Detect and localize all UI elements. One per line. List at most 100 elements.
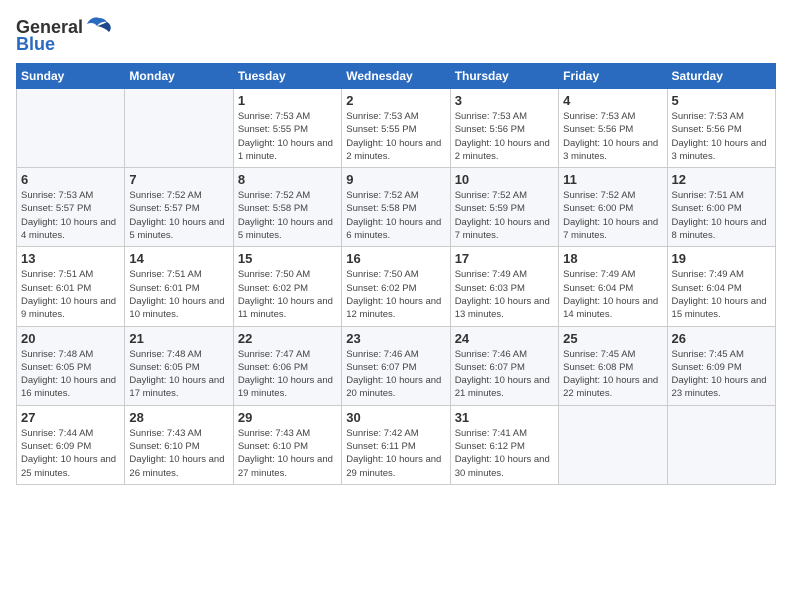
day-number: 7	[129, 172, 228, 187]
day-number: 10	[455, 172, 554, 187]
weekday-header-saturday: Saturday	[667, 64, 775, 89]
weekday-header-monday: Monday	[125, 64, 233, 89]
calendar-cell: 23 Sunrise: 7:46 AM Sunset: 6:07 PM Dayli…	[342, 326, 450, 405]
logo-blue-text: Blue	[16, 34, 55, 55]
calendar-cell: 13 Sunrise: 7:51 AM Sunset: 6:01 PM Dayli…	[17, 247, 125, 326]
day-number: 12	[672, 172, 771, 187]
calendar-cell: 18 Sunrise: 7:49 AM Sunset: 6:04 PM Dayli…	[559, 247, 667, 326]
day-number: 13	[21, 251, 120, 266]
day-number: 25	[563, 331, 662, 346]
calendar-cell: 12 Sunrise: 7:51 AM Sunset: 6:00 PM Dayli…	[667, 168, 775, 247]
day-info: Sunrise: 7:42 AM Sunset: 6:11 PM Dayligh…	[346, 427, 445, 480]
day-info: Sunrise: 7:48 AM Sunset: 6:05 PM Dayligh…	[129, 348, 228, 401]
calendar-week-2: 6Sunrise: 7:53 AM Sunset: 5:57 PM Daylig…	[17, 168, 776, 247]
calendar-cell: 7 Sunrise: 7:52 AM Sunset: 5:57 PM Daylig…	[125, 168, 233, 247]
weekday-header-wednesday: Wednesday	[342, 64, 450, 89]
day-info: Sunrise: 7:48 AM Sunset: 6:05 PM Dayligh…	[21, 348, 120, 401]
day-number: 5	[672, 93, 771, 108]
calendar-table: SundayMondayTuesdayWednesdayThursdayFrid…	[16, 63, 776, 485]
day-number: 20	[21, 331, 120, 346]
day-number: 14	[129, 251, 228, 266]
calendar-week-1: 1 Sunrise: 7:53 AM Sunset: 5:55 PM Daylig…	[17, 89, 776, 168]
day-info: Sunrise: 7:49 AM Sunset: 6:03 PM Dayligh…	[455, 268, 554, 321]
day-info: Sunrise: 7:46 AM Sunset: 6:07 PM Dayligh…	[346, 348, 445, 401]
day-info: Sunrise: 7:53 AM Sunset: 5:57 PM Dayligh…	[21, 189, 120, 242]
calendar-cell: 30Sunrise: 7:42 AM Sunset: 6:11 PM Dayli…	[342, 405, 450, 484]
calendar-week-3: 13 Sunrise: 7:51 AM Sunset: 6:01 PM Dayli…	[17, 247, 776, 326]
day-number: 29	[238, 410, 337, 425]
calendar-cell: 16Sunrise: 7:50 AM Sunset: 6:02 PM Dayli…	[342, 247, 450, 326]
calendar-cell: 2 Sunrise: 7:53 AM Sunset: 5:55 PM Daylig…	[342, 89, 450, 168]
day-number: 28	[129, 410, 228, 425]
calendar-cell: 25 Sunrise: 7:45 AM Sunset: 6:08 PM Dayli…	[559, 326, 667, 405]
calendar-cell	[559, 405, 667, 484]
day-number: 8	[238, 172, 337, 187]
calendar-cell: 20 Sunrise: 7:48 AM Sunset: 6:05 PM Dayli…	[17, 326, 125, 405]
day-number: 27	[21, 410, 120, 425]
weekday-header-sunday: Sunday	[17, 64, 125, 89]
calendar-week-5: 27 Sunrise: 7:44 AM Sunset: 6:09 PM Dayli…	[17, 405, 776, 484]
calendar-cell: 10 Sunrise: 7:52 AM Sunset: 5:59 PM Dayli…	[450, 168, 558, 247]
calendar-cell: 3Sunrise: 7:53 AM Sunset: 5:56 PM Daylig…	[450, 89, 558, 168]
weekday-header-thursday: Thursday	[450, 64, 558, 89]
calendar-cell: 8 Sunrise: 7:52 AM Sunset: 5:58 PM Daylig…	[233, 168, 341, 247]
day-info: Sunrise: 7:53 AM Sunset: 5:56 PM Dayligh…	[672, 110, 771, 163]
calendar-cell	[125, 89, 233, 168]
day-number: 11	[563, 172, 662, 187]
day-info: Sunrise: 7:51 AM Sunset: 6:01 PM Dayligh…	[21, 268, 120, 321]
day-info: Sunrise: 7:52 AM Sunset: 5:58 PM Dayligh…	[238, 189, 337, 242]
page-header: General Blue	[16, 16, 776, 55]
day-number: 18	[563, 251, 662, 266]
calendar-cell: 29Sunrise: 7:43 AM Sunset: 6:10 PM Dayli…	[233, 405, 341, 484]
calendar-cell: 26Sunrise: 7:45 AM Sunset: 6:09 PM Dayli…	[667, 326, 775, 405]
day-info: Sunrise: 7:47 AM Sunset: 6:06 PM Dayligh…	[238, 348, 337, 401]
calendar-cell: 15Sunrise: 7:50 AM Sunset: 6:02 PM Dayli…	[233, 247, 341, 326]
day-number: 31	[455, 410, 554, 425]
calendar-cell: 6Sunrise: 7:53 AM Sunset: 5:57 PM Daylig…	[17, 168, 125, 247]
day-number: 22	[238, 331, 337, 346]
day-info: Sunrise: 7:52 AM Sunset: 5:59 PM Dayligh…	[455, 189, 554, 242]
calendar-cell: 4Sunrise: 7:53 AM Sunset: 5:56 PM Daylig…	[559, 89, 667, 168]
calendar-cell	[667, 405, 775, 484]
calendar-week-4: 20 Sunrise: 7:48 AM Sunset: 6:05 PM Dayli…	[17, 326, 776, 405]
day-info: Sunrise: 7:52 AM Sunset: 6:00 PM Dayligh…	[563, 189, 662, 242]
day-info: Sunrise: 7:41 AM Sunset: 6:12 PM Dayligh…	[455, 427, 554, 480]
day-number: 23	[346, 331, 445, 346]
day-info: Sunrise: 7:52 AM Sunset: 5:57 PM Dayligh…	[129, 189, 228, 242]
weekday-header-tuesday: Tuesday	[233, 64, 341, 89]
day-number: 9	[346, 172, 445, 187]
logo-bird-icon	[85, 16, 113, 38]
day-info: Sunrise: 7:43 AM Sunset: 6:10 PM Dayligh…	[129, 427, 228, 480]
day-number: 15	[238, 251, 337, 266]
day-info: Sunrise: 7:53 AM Sunset: 5:55 PM Dayligh…	[346, 110, 445, 163]
calendar-cell: 21 Sunrise: 7:48 AM Sunset: 6:05 PM Dayli…	[125, 326, 233, 405]
calendar-cell: 11 Sunrise: 7:52 AM Sunset: 6:00 PM Dayli…	[559, 168, 667, 247]
day-number: 17	[455, 251, 554, 266]
day-info: Sunrise: 7:49 AM Sunset: 6:04 PM Dayligh…	[563, 268, 662, 321]
logo: General Blue	[16, 16, 113, 55]
calendar-cell: 31 Sunrise: 7:41 AM Sunset: 6:12 PM Dayli…	[450, 405, 558, 484]
day-number: 16	[346, 251, 445, 266]
calendar-cell: 27 Sunrise: 7:44 AM Sunset: 6:09 PM Dayli…	[17, 405, 125, 484]
day-info: Sunrise: 7:46 AM Sunset: 6:07 PM Dayligh…	[455, 348, 554, 401]
day-info: Sunrise: 7:51 AM Sunset: 6:00 PM Dayligh…	[672, 189, 771, 242]
day-info: Sunrise: 7:44 AM Sunset: 6:09 PM Dayligh…	[21, 427, 120, 480]
day-number: 24	[455, 331, 554, 346]
weekday-header-row: SundayMondayTuesdayWednesdayThursdayFrid…	[17, 64, 776, 89]
day-number: 21	[129, 331, 228, 346]
calendar-cell	[17, 89, 125, 168]
calendar-cell: 22 Sunrise: 7:47 AM Sunset: 6:06 PM Dayli…	[233, 326, 341, 405]
calendar-cell: 28 Sunrise: 7:43 AM Sunset: 6:10 PM Dayli…	[125, 405, 233, 484]
day-info: Sunrise: 7:45 AM Sunset: 6:08 PM Dayligh…	[563, 348, 662, 401]
calendar-body: 1 Sunrise: 7:53 AM Sunset: 5:55 PM Daylig…	[17, 89, 776, 485]
calendar-cell: 17 Sunrise: 7:49 AM Sunset: 6:03 PM Dayli…	[450, 247, 558, 326]
calendar-cell: 5 Sunrise: 7:53 AM Sunset: 5:56 PM Daylig…	[667, 89, 775, 168]
day-number: 2	[346, 93, 445, 108]
weekday-header-friday: Friday	[559, 64, 667, 89]
calendar-cell: 24 Sunrise: 7:46 AM Sunset: 6:07 PM Dayli…	[450, 326, 558, 405]
day-info: Sunrise: 7:53 AM Sunset: 5:56 PM Dayligh…	[455, 110, 554, 163]
day-number: 1	[238, 93, 337, 108]
day-info: Sunrise: 7:45 AM Sunset: 6:09 PM Dayligh…	[672, 348, 771, 401]
day-number: 4	[563, 93, 662, 108]
calendar-cell: 9Sunrise: 7:52 AM Sunset: 5:58 PM Daylig…	[342, 168, 450, 247]
